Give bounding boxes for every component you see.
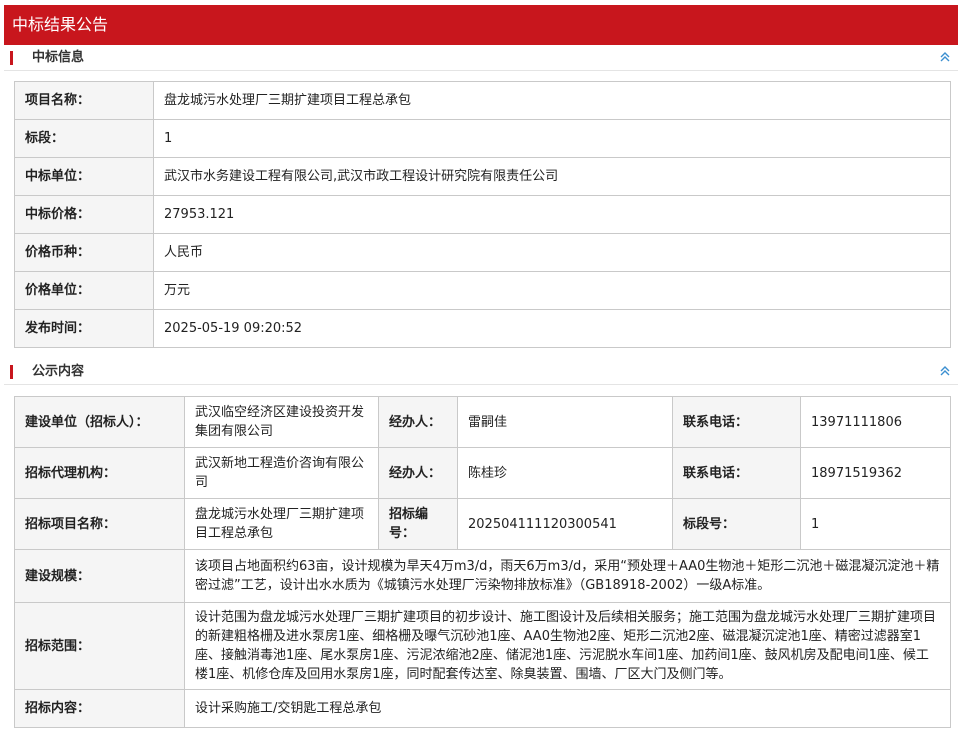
- section-header-content: 公示内容: [4, 359, 958, 385]
- table-row: 中标价格： 27953.121: [14, 195, 951, 234]
- tender-content-value: 设计采购施工/交钥匙工程总承包: [184, 689, 951, 728]
- owner-contact-label: 经办人：: [378, 396, 458, 448]
- award-price-value: 27953.121: [153, 195, 951, 234]
- table-row: 价格币种： 人民币: [14, 233, 951, 272]
- scope-label: 招标范围：: [14, 602, 185, 690]
- tender-number-label: 招标编号：: [378, 498, 458, 550]
- section-marker: [10, 51, 13, 65]
- currency-label: 价格币种：: [14, 233, 154, 272]
- agency-phone-label: 联系电话：: [672, 447, 801, 499]
- lot-number-label: 标段号：: [672, 498, 801, 550]
- scope-value: 设计范围为盘龙城污水处理厂三期扩建项目的初步设计、施工图设计及后续相关服务；施工…: [184, 602, 951, 690]
- scale-value: 该项目占地面积约63亩，设计规模为旱天4万m3/d，雨天6万m3/d，采用“预处…: [184, 549, 951, 603]
- award-price-label: 中标价格：: [14, 195, 154, 234]
- section-title-content: 公示内容: [32, 364, 85, 379]
- table-row: 招标内容： 设计采购施工/交钥匙工程总承包: [14, 689, 951, 728]
- scale-label: 建设规模：: [14, 549, 185, 603]
- agency-contact-value: 陈桂珍: [457, 447, 673, 499]
- owner-contact-value: 雷嗣佳: [457, 396, 673, 448]
- table-row: 发布时间： 2025-05-19 09:20:52: [14, 309, 951, 348]
- table-row: 招标项目名称： 盘龙城污水处理厂三期扩建项目工程总承包 招标编号： 202504…: [14, 498, 951, 550]
- lot-value: 1: [153, 119, 951, 158]
- agency-contact-label: 经办人：: [378, 447, 458, 499]
- project-name-value: 盘龙城污水处理厂三期扩建项目工程总承包: [153, 81, 951, 120]
- currency-value: 人民币: [153, 233, 951, 272]
- agency-value: 武汉新地工程造价咨询有限公司: [184, 447, 379, 499]
- table-row: 招标范围： 设计范围为盘龙城污水处理厂三期扩建项目的初步设计、施工图设计及后续相…: [14, 602, 951, 690]
- tender-project-value: 盘龙城污水处理厂三期扩建项目工程总承包: [184, 498, 379, 550]
- section-header-award: 中标信息: [4, 45, 958, 71]
- lot-label: 标段：: [14, 119, 154, 158]
- owner-phone-label: 联系电话：: [672, 396, 801, 448]
- winner-label: 中标单位：: [14, 157, 154, 196]
- section-title-award: 中标信息: [32, 50, 85, 65]
- table-row: 建设单位（招标人）： 武汉临空经济区建设投资开发集团有限公司 经办人： 雷嗣佳 …: [14, 396, 951, 448]
- tender-number-value: 202504111120300541: [457, 498, 673, 550]
- owner-value: 武汉临空经济区建设投资开发集团有限公司: [184, 396, 379, 448]
- price-unit-label: 价格单位：: [14, 271, 154, 310]
- project-name-label: 项目名称：: [14, 81, 154, 120]
- agency-phone-value: 18971519362: [800, 447, 951, 499]
- table-row: 价格单位： 万元: [14, 271, 951, 310]
- tender-project-label: 招标项目名称：: [14, 498, 185, 550]
- publish-time-label: 发布时间：: [14, 309, 154, 348]
- agency-label: 招标代理机构：: [14, 447, 185, 499]
- table-row: 建设规模： 该项目占地面积约63亩，设计规模为旱天4万m3/d，雨天6万m3/d…: [14, 549, 951, 603]
- double-chevron-up-icon[interactable]: [938, 50, 952, 64]
- page-header: 中标结果公告: [4, 5, 958, 45]
- lot-number-value: 1: [800, 498, 951, 550]
- content-info-table: 建设单位（招标人）： 武汉临空经济区建设投资开发集团有限公司 经办人： 雷嗣佳 …: [14, 396, 951, 728]
- table-row: 招标代理机构： 武汉新地工程造价咨询有限公司 经办人： 陈桂珍 联系电话： 18…: [14, 447, 951, 499]
- table-row: 标段： 1: [14, 119, 951, 158]
- tender-content-label: 招标内容：: [14, 689, 185, 728]
- table-row: 项目名称： 盘龙城污水处理厂三期扩建项目工程总承包: [14, 81, 951, 120]
- winner-value: 武汉市水务建设工程有限公司,武汉市政工程设计研究院有限责任公司: [153, 157, 951, 196]
- owner-phone-value: 13971111806: [800, 396, 951, 448]
- double-chevron-up-icon[interactable]: [938, 364, 952, 378]
- price-unit-value: 万元: [153, 271, 951, 310]
- publish-time-value: 2025-05-19 09:20:52: [153, 309, 951, 348]
- section-marker: [10, 365, 13, 379]
- table-row: 中标单位： 武汉市水务建设工程有限公司,武汉市政工程设计研究院有限责任公司: [14, 157, 951, 196]
- owner-label: 建设单位（招标人）：: [14, 396, 185, 448]
- page-title: 中标结果公告: [12, 15, 109, 34]
- award-info-table: 项目名称： 盘龙城污水处理厂三期扩建项目工程总承包 标段： 1 中标单位： 武汉…: [14, 81, 951, 348]
